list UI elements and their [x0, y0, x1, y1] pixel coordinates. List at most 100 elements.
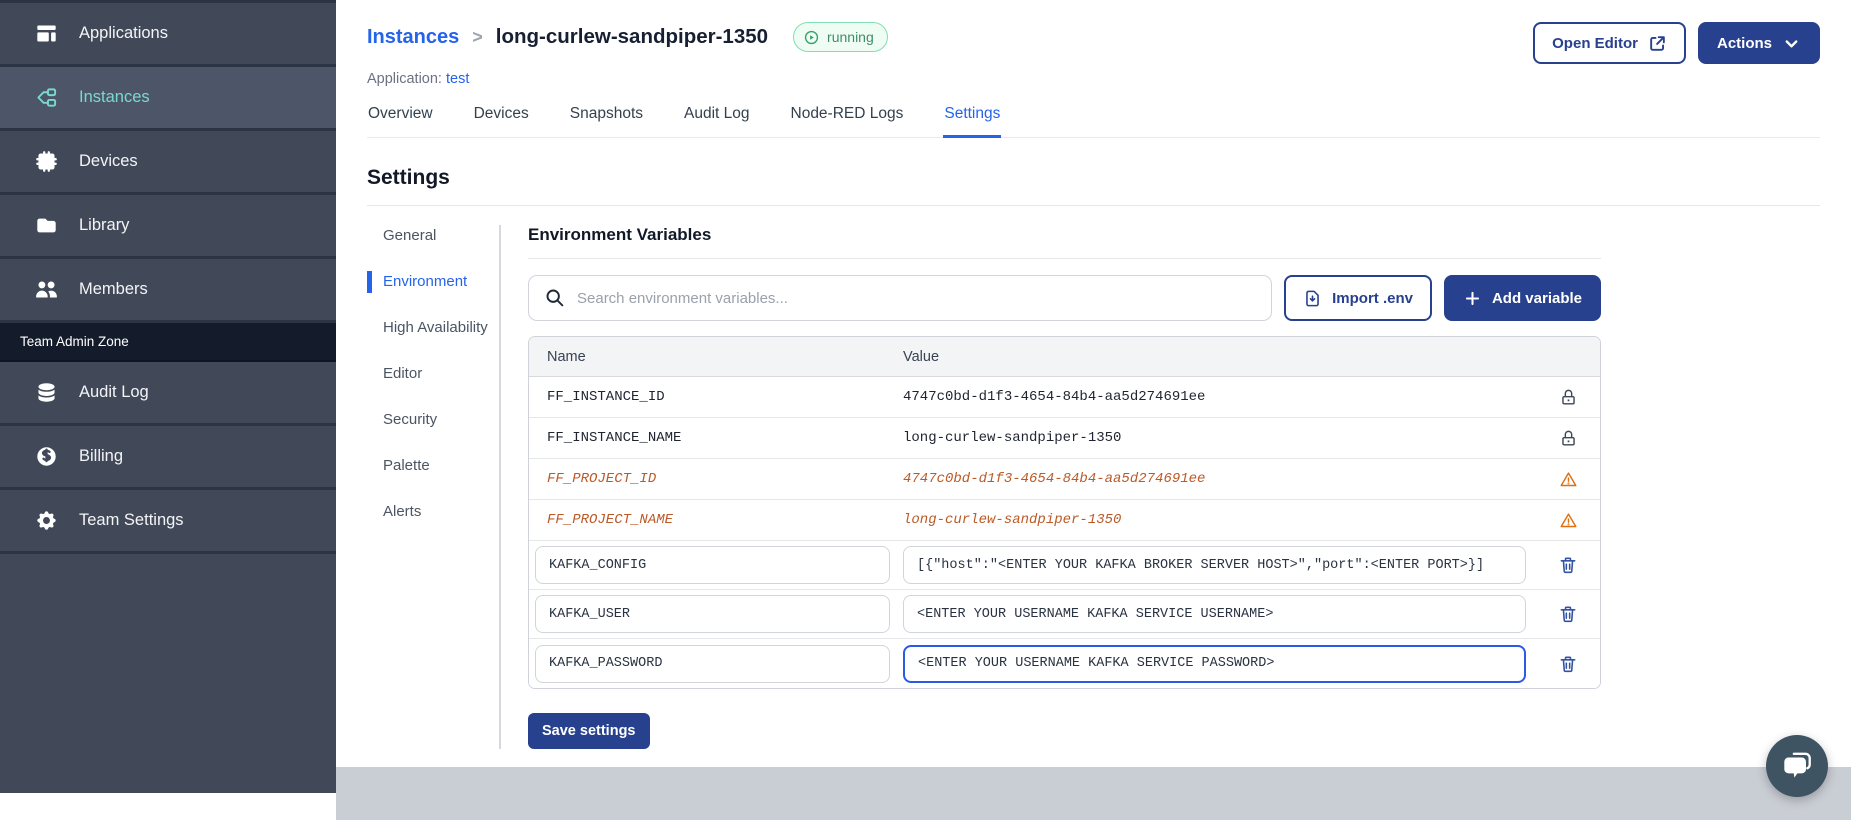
tab-snapshots[interactable]: Snapshots	[569, 105, 644, 137]
subnav-high-availability[interactable]: High Availability	[367, 317, 499, 339]
env-var-name-input[interactable]	[535, 595, 890, 633]
sidebar: Applications Instances Devices Library M…	[0, 0, 336, 793]
sidebar-item-instances[interactable]: Instances	[0, 67, 336, 131]
import-env-label: Import .env	[1332, 289, 1413, 307]
sidebar-item-members[interactable]: Members	[0, 259, 336, 323]
table-row: FF_PROJECT_NAME long-curlew-sandpiper-13…	[529, 500, 1600, 541]
subnav-editor[interactable]: Editor	[367, 363, 499, 385]
open-editor-button[interactable]: Open Editor	[1533, 22, 1686, 64]
subnav-general[interactable]: General	[367, 225, 499, 247]
table-header: Name Value	[529, 337, 1600, 377]
column-header-value: Value	[903, 348, 940, 365]
add-variable-button[interactable]: Add variable	[1443, 275, 1601, 321]
plus-icon	[1465, 291, 1480, 305]
breadcrumb: Instances > long-curlew-sandpiper-1350 r…	[367, 22, 888, 52]
env-var-name-input[interactable]	[535, 546, 890, 584]
page-title: Settings	[367, 166, 450, 189]
team-admin-zone-header: Team Admin Zone	[0, 323, 336, 362]
column-header-name: Name	[547, 348, 586, 365]
env-var-value: long-curlew-sandpiper-1350	[903, 512, 1122, 528]
env-variables-table: Name Value FF_INSTANCE_ID 4747c0bd-d1f3-…	[528, 336, 1601, 689]
trash-icon	[1560, 656, 1576, 672]
sidebar-item-library[interactable]: Library	[0, 195, 336, 259]
status-badge: running	[793, 22, 888, 52]
env-var-name: FF_PROJECT_ID	[547, 471, 657, 487]
sidebar-item-label: Devices	[79, 152, 138, 170]
table-row: FF_INSTANCE_NAME long-curlew-sandpiper-1…	[529, 418, 1600, 459]
delete-variable-button[interactable]	[1558, 654, 1578, 674]
tab-settings[interactable]: Settings	[943, 105, 1002, 138]
chevron-down-icon	[1785, 39, 1798, 47]
sidebar-filler	[0, 554, 336, 793]
tab-bar: Overview Devices Snapshots Audit Log Nod…	[367, 105, 1820, 138]
env-var-name-input[interactable]	[535, 644, 890, 683]
env-var-name: FF_PROJECT_NAME	[547, 512, 674, 528]
table-row: FF_PROJECT_ID 4747c0bd-d1f3-4654-84b4-aa…	[529, 459, 1600, 500]
application-label: Application:	[367, 71, 442, 87]
main-content: Instances > long-curlew-sandpiper-1350 r…	[336, 0, 1851, 749]
sidebar-item-label: Audit Log	[79, 383, 149, 401]
actions-button[interactable]: Actions	[1697, 22, 1820, 64]
instance-name: long-curlew-sandpiper-1350	[495, 25, 769, 48]
delete-variable-button[interactable]	[1558, 555, 1578, 575]
save-settings-button[interactable]: Save settings	[528, 713, 650, 749]
environment-panel: Environment Variables Import .env Add va…	[528, 225, 1601, 749]
app-window: Applications Instances Devices Library M…	[0, 0, 1851, 826]
footer-band	[336, 767, 1851, 820]
table-row	[529, 541, 1600, 590]
subnav-security[interactable]: Security	[367, 409, 499, 431]
sidebar-item-team-settings[interactable]: Team Settings	[0, 490, 336, 554]
audit-log-icon	[35, 381, 58, 404]
search-icon	[546, 289, 564, 307]
chat-widget-button[interactable]	[1766, 735, 1828, 797]
tab-audit-log[interactable]: Audit Log	[683, 105, 751, 137]
env-var-value-input-focused[interactable]	[903, 644, 1526, 683]
sidebar-item-label: Applications	[79, 24, 168, 42]
sidebar-item-label: Library	[79, 216, 130, 234]
env-var-value: long-curlew-sandpiper-1350	[903, 430, 1122, 446]
env-var-value-input[interactable]	[903, 595, 1526, 633]
sidebar-item-audit-log[interactable]: Audit Log	[0, 362, 336, 426]
sidebar-item-devices[interactable]: Devices	[0, 131, 336, 195]
sidebar-item-applications[interactable]: Applications	[0, 3, 336, 67]
trash-icon	[1560, 606, 1576, 623]
subnav-palette[interactable]: Palette	[367, 455, 499, 477]
trash-icon	[1560, 557, 1576, 574]
env-var-value-input[interactable]	[903, 546, 1526, 584]
subnav-alerts[interactable]: Alerts	[367, 501, 499, 523]
application-line: Application: test	[367, 71, 1820, 87]
team-settings-icon	[35, 509, 58, 532]
tab-overview[interactable]: Overview	[367, 105, 434, 137]
document-download-icon	[1306, 290, 1319, 306]
settings-divider	[367, 205, 1820, 206]
env-var-name: FF_INSTANCE_NAME	[547, 430, 682, 446]
table-row	[529, 590, 1600, 639]
chat-bubble-icon	[1784, 752, 1811, 778]
team-admin-zone-label: Team Admin Zone	[20, 334, 129, 349]
search-input[interactable]	[528, 275, 1273, 321]
table-row: FF_INSTANCE_ID 4747c0bd-d1f3-4654-84b4-a…	[529, 377, 1600, 418]
env-variables-title: Environment Variables	[528, 225, 1601, 259]
tab-devices[interactable]: Devices	[473, 105, 530, 137]
breadcrumb-instances-link[interactable]: Instances	[367, 26, 459, 49]
applications-icon	[35, 22, 58, 45]
open-editor-label: Open Editor	[1552, 34, 1638, 52]
application-link[interactable]: test	[446, 71, 469, 87]
sidebar-item-label: Instances	[79, 88, 150, 106]
breadcrumb-separator: >	[472, 26, 483, 47]
delete-variable-button[interactable]	[1558, 604, 1578, 624]
tab-node-red-logs[interactable]: Node-RED Logs	[790, 105, 905, 137]
running-icon	[804, 30, 819, 44]
env-var-value: 4747c0bd-d1f3-4654-84b4-aa5d274691ee	[903, 389, 1206, 405]
external-link-icon	[1650, 35, 1665, 51]
billing-icon	[35, 445, 58, 468]
settings-subnav: General Environment High Availability Ed…	[367, 225, 499, 749]
warning-icon	[1560, 471, 1576, 486]
sidebar-item-label: Team Settings	[79, 511, 184, 529]
members-icon	[35, 278, 58, 301]
sidebar-item-billing[interactable]: Billing	[0, 426, 336, 490]
actions-label: Actions	[1716, 34, 1772, 52]
library-icon	[35, 214, 58, 237]
import-env-button[interactable]: Import .env	[1284, 275, 1432, 321]
subnav-environment[interactable]: Environment	[367, 271, 499, 293]
